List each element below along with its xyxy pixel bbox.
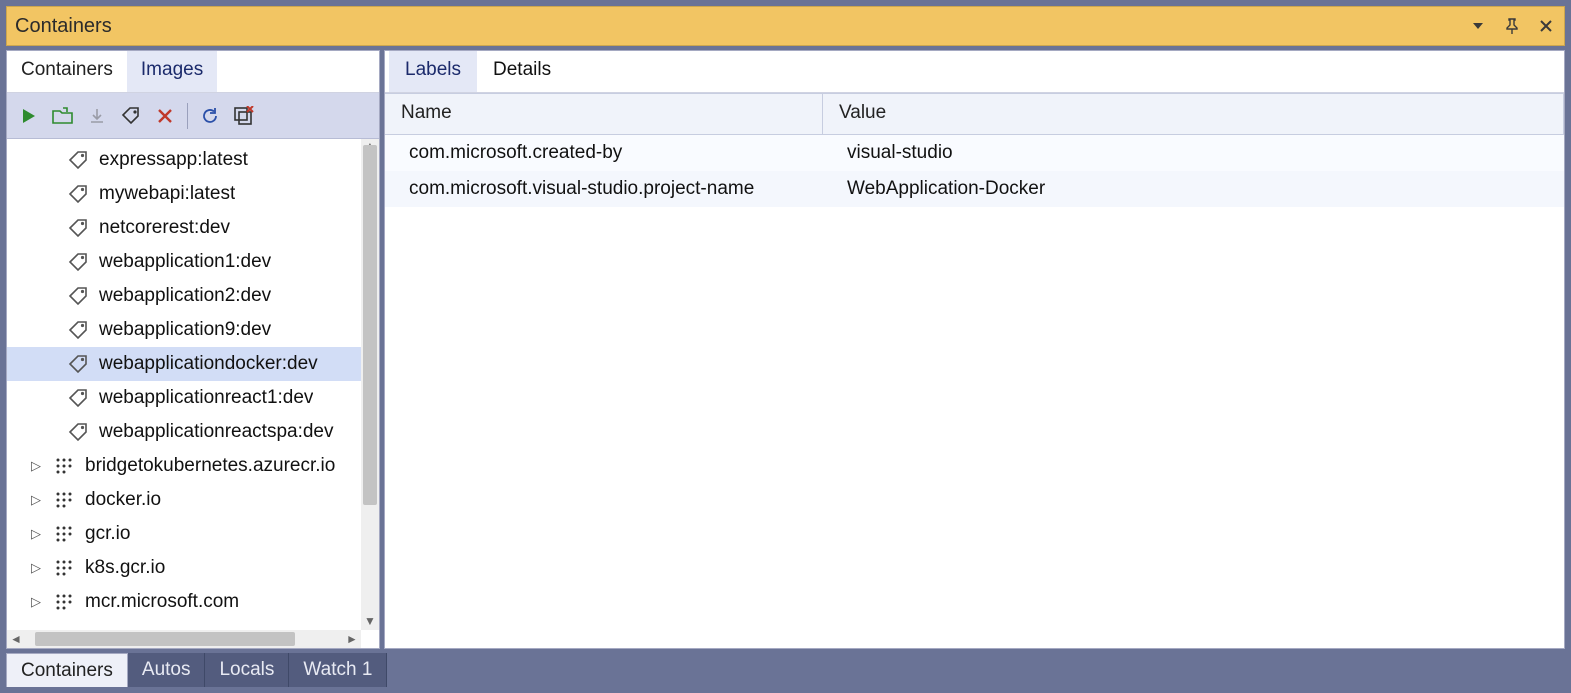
registry-item-label: docker.io: [85, 489, 161, 511]
tree-scroll-area[interactable]: expressapp:latest mywebapi:latest netcorer…: [7, 139, 361, 630]
tag-icon: [67, 387, 89, 409]
registry-item[interactable]: ▷ k8s.gcr.io: [7, 551, 361, 585]
image-item[interactable]: webapplication1:dev: [7, 245, 361, 279]
horizontal-scroll-thumb[interactable]: [35, 632, 295, 646]
bottom-tab[interactable]: Locals: [205, 653, 289, 687]
tag-icon: [67, 421, 89, 443]
registry-icon: [53, 523, 75, 545]
image-item-label: webapplication1:dev: [99, 251, 271, 273]
tab-containers[interactable]: Containers: [7, 51, 127, 92]
window-menu-dropdown-icon[interactable]: [1468, 16, 1488, 36]
image-item[interactable]: webapplicationdocker:dev: [7, 347, 361, 381]
registry-icon: [53, 489, 75, 511]
tag-icon: [67, 183, 89, 205]
window-title: Containers: [15, 15, 112, 38]
grid-body: com.microsoft.created-byvisual-studiocom…: [385, 135, 1564, 207]
image-item[interactable]: webapplicationreact1:dev: [7, 381, 361, 415]
left-panel: Containers Images: [6, 50, 380, 649]
tag-icon: [67, 217, 89, 239]
close-icon[interactable]: [1536, 16, 1556, 36]
window-controls: [1468, 16, 1556, 36]
scroll-right-icon[interactable]: ►: [343, 632, 361, 646]
containers-tool-window: Containers Containers Images: [6, 6, 1565, 687]
tag-icon: [67, 319, 89, 341]
tag-icon: [67, 353, 89, 375]
expand-icon[interactable]: ▷: [29, 526, 43, 542]
pin-icon[interactable]: [1502, 16, 1522, 36]
prune-icon[interactable]: [230, 102, 258, 130]
tag-icon: [67, 251, 89, 273]
registry-item-label: bridgetokubernetes.azurecr.io: [85, 455, 335, 477]
delete-icon[interactable]: [151, 102, 179, 130]
image-item[interactable]: webapplication9:dev: [7, 313, 361, 347]
image-item-label: webapplication2:dev: [99, 285, 271, 307]
registry-icon: [53, 557, 75, 579]
image-item-label: expressapp:latest: [99, 149, 248, 171]
registry-item[interactable]: ▷ docker.io: [7, 483, 361, 517]
expand-icon[interactable]: ▷: [29, 492, 43, 508]
image-item[interactable]: netcorerest:dev: [7, 211, 361, 245]
tag-icon: [67, 285, 89, 307]
image-item-label: netcorerest:dev: [99, 217, 230, 239]
image-item[interactable]: expressapp:latest: [7, 143, 361, 177]
registry-item-label: mcr.microsoft.com: [85, 591, 239, 613]
label-row[interactable]: com.microsoft.visual-studio.project-name…: [385, 171, 1564, 207]
label-row[interactable]: com.microsoft.created-byvisual-studio: [385, 135, 1564, 171]
label-value: WebApplication-Docker: [823, 174, 1564, 204]
labels-grid: Name Value com.microsoft.created-byvisua…: [385, 93, 1564, 648]
registry-icon: [53, 591, 75, 613]
image-item-label: webapplicationreactspa:dev: [99, 421, 334, 443]
main-area: Containers Images: [6, 50, 1565, 649]
toolbar-separator: [187, 103, 188, 129]
column-header-value[interactable]: Value: [823, 94, 1564, 134]
left-tabstrip: Containers Images: [7, 51, 379, 93]
run-icon[interactable]: [15, 102, 43, 130]
registry-item-label: k8s.gcr.io: [85, 557, 165, 579]
bottom-tab[interactable]: Containers: [6, 653, 128, 687]
vertical-scrollbar[interactable]: ▲ ▼: [361, 139, 379, 630]
scroll-left-icon[interactable]: ◄: [7, 632, 25, 646]
registry-item-label: gcr.io: [85, 523, 130, 545]
scroll-down-icon[interactable]: ▼: [361, 612, 379, 630]
download-icon[interactable]: [83, 102, 111, 130]
bottom-tabstrip: ContainersAutosLocalsWatch 1: [6, 653, 1565, 687]
image-toolbar: [7, 93, 379, 139]
label-value: visual-studio: [823, 138, 1564, 168]
vertical-scroll-thumb[interactable]: [363, 145, 377, 505]
image-item-label: webapplicationdocker:dev: [99, 353, 318, 375]
tab-images[interactable]: Images: [127, 51, 217, 92]
registry-item[interactable]: ▷ mcr.microsoft.com: [7, 585, 361, 619]
image-item[interactable]: mywebapi:latest: [7, 177, 361, 211]
image-item-label: webapplicationreact1:dev: [99, 387, 313, 409]
grid-header: Name Value: [385, 93, 1564, 135]
image-item-label: webapplication9:dev: [99, 319, 271, 341]
expand-icon[interactable]: ▷: [29, 594, 43, 610]
right-tabstrip: Labels Details: [385, 51, 1564, 93]
expand-icon[interactable]: ▷: [29, 458, 43, 474]
bottom-tab[interactable]: Autos: [128, 653, 206, 687]
open-folder-icon[interactable]: [49, 102, 77, 130]
horizontal-scrollbar[interactable]: ◄ ►: [7, 630, 361, 648]
image-item[interactable]: webapplication2:dev: [7, 279, 361, 313]
tab-details[interactable]: Details: [477, 51, 567, 92]
image-item-label: mywebapi:latest: [99, 183, 235, 205]
registry-icon: [53, 455, 75, 477]
tab-labels[interactable]: Labels: [389, 51, 477, 92]
label-name: com.microsoft.created-by: [385, 138, 823, 168]
refresh-icon[interactable]: [196, 102, 224, 130]
registry-item[interactable]: ▷ gcr.io: [7, 517, 361, 551]
image-item[interactable]: webapplicationreactspa:dev: [7, 415, 361, 449]
tag-icon: [67, 149, 89, 171]
image-tree: expressapp:latest mywebapi:latest netcorer…: [7, 139, 379, 648]
column-header-name[interactable]: Name: [385, 94, 823, 134]
label-name: com.microsoft.visual-studio.project-name: [385, 174, 823, 204]
titlebar: Containers: [6, 6, 1565, 46]
registry-item[interactable]: ▷ bridgetokubernetes.azurecr.io: [7, 449, 361, 483]
bottom-tab[interactable]: Watch 1: [289, 653, 387, 687]
tag-icon[interactable]: [117, 102, 145, 130]
right-panel: Labels Details Name Value com.microsoft.…: [384, 50, 1565, 649]
expand-icon[interactable]: ▷: [29, 560, 43, 576]
